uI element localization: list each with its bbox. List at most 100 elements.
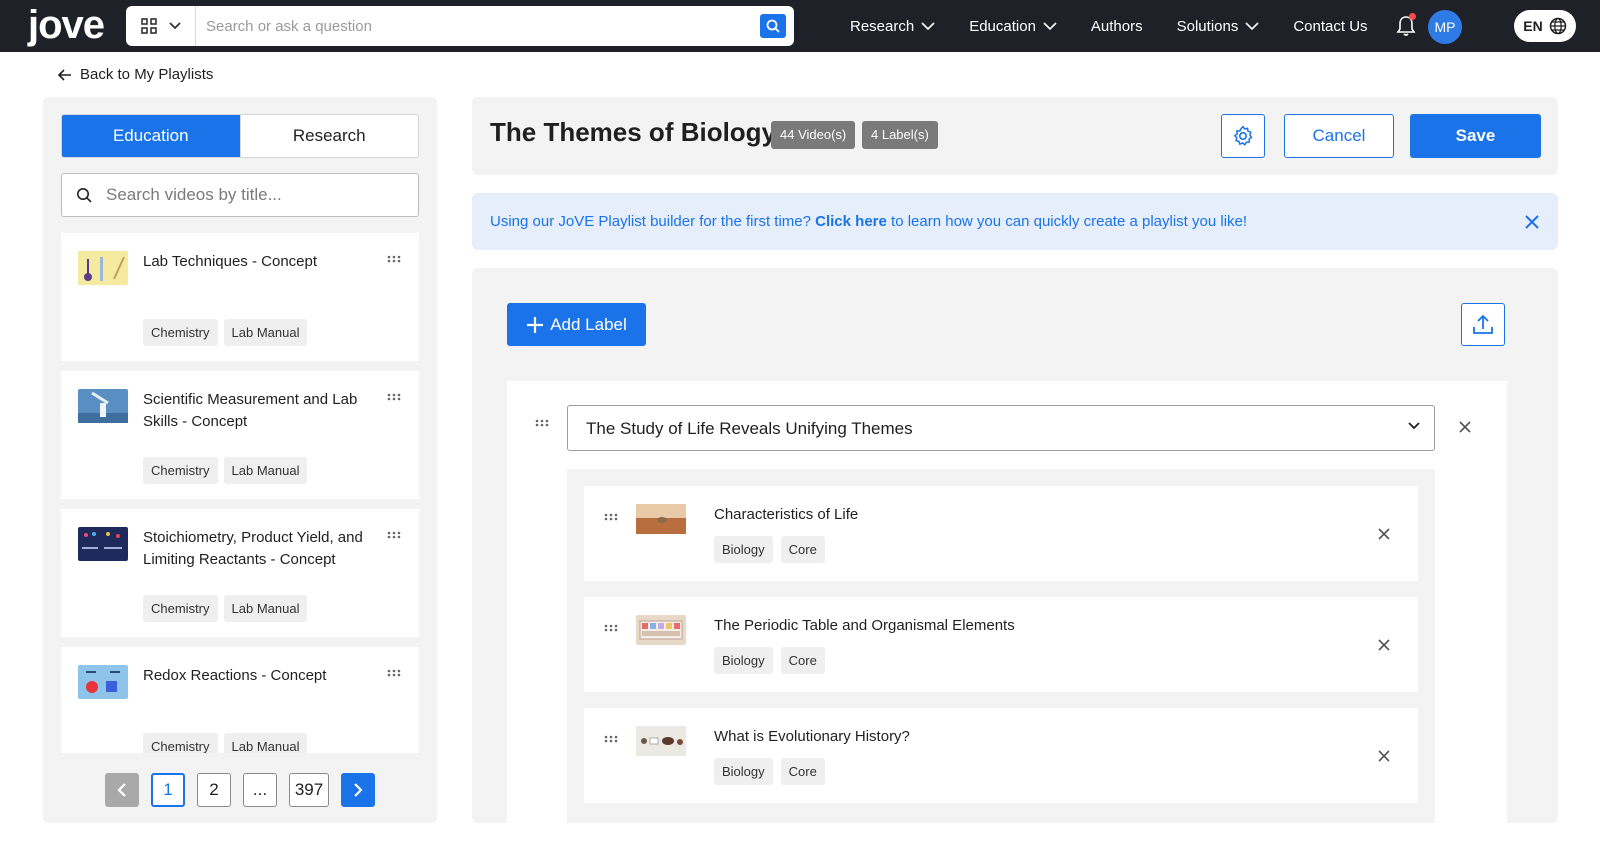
search-icon [77, 188, 92, 203]
prev-page-button[interactable] [105, 773, 139, 807]
nav-contact-us[interactable]: Contact Us [1293, 18, 1367, 35]
global-search-input[interactable] [206, 6, 746, 46]
tag: Chemistry [143, 319, 218, 346]
jove-logo[interactable]: jove [28, 3, 122, 49]
list-item[interactable]: Characteristics of Life Biology Core [584, 486, 1418, 581]
video-list: Lab Techniques - Concept Chemistry Lab M… [61, 233, 419, 753]
drag-handle-icon[interactable] [387, 393, 401, 401]
video-tags: Biology Core [714, 758, 825, 785]
label-count-badge: 4 Label(s) [862, 121, 938, 149]
tag: Chemistry [143, 733, 218, 753]
video-tags: Chemistry Lab Manual [143, 733, 308, 753]
tab-education[interactable]: Education [62, 115, 240, 157]
video-tags: Biology Core [714, 536, 825, 563]
chevron-down-icon [921, 21, 935, 30]
gear-icon [1234, 125, 1253, 146]
library-tab-switcher: Education Research [61, 114, 419, 158]
label-items: Characteristics of Life Biology Core The… [567, 469, 1435, 823]
arrow-left-icon [58, 68, 71, 81]
banner-text: Using our JoVE Playlist builder for the … [490, 213, 1247, 230]
video-title: Stoichiometry, Product Yield, and Limiti… [143, 529, 363, 568]
upload-button[interactable] [1461, 303, 1505, 346]
next-page-button[interactable] [341, 773, 375, 807]
language-selector[interactable]: EN [1514, 10, 1576, 42]
drag-handle-icon[interactable] [604, 735, 618, 743]
nav-solutions[interactable]: Solutions [1177, 18, 1260, 35]
back-to-playlists-link[interactable]: Back to My Playlists [58, 66, 213, 83]
video-tags: Chemistry Lab Manual [143, 319, 308, 346]
info-banner: Using our JoVE Playlist builder for the … [472, 193, 1558, 250]
global-search [126, 6, 794, 46]
chevron-left-icon [117, 783, 126, 797]
video-library-panel: Education Research Lab Techniques - Conc… [43, 97, 437, 823]
list-item[interactable]: What is Evolutionary History? Biology Co… [584, 708, 1418, 803]
banner-close-button[interactable] [1522, 212, 1542, 232]
add-label-button[interactable]: Add Label [507, 303, 646, 346]
cancel-button[interactable]: Cancel [1284, 114, 1394, 158]
video-tags: Biology Core [714, 647, 825, 674]
tag: Core [780, 758, 825, 785]
nav-education-label: Education [969, 17, 1036, 35]
chevron-down-icon [1408, 422, 1420, 430]
page-1-button[interactable]: 1 [151, 773, 185, 807]
video-title: The Periodic Table and Organismal Elemen… [714, 617, 1015, 634]
playlist-header: The Themes of Biology 44 Video(s) 4 Labe… [472, 97, 1558, 175]
nav-authors[interactable]: Authors [1091, 18, 1143, 35]
banner-click-here-link[interactable]: Click here [815, 213, 887, 230]
video-title: Characteristics of Life [714, 506, 859, 523]
list-item[interactable]: Redox Reactions - Concept Chemistry Lab … [61, 647, 419, 753]
banner-text-after: to learn how you can quickly create a pl… [886, 213, 1248, 230]
remove-label-button[interactable] [1455, 417, 1475, 437]
remove-item-button[interactable] [1374, 746, 1394, 766]
page-2-button[interactable]: 2 [197, 773, 231, 807]
pagination-ellipsis[interactable]: ... [243, 773, 277, 807]
list-item[interactable]: Scientific Measurement and Lab Skills - … [61, 371, 419, 499]
video-thumbnail [78, 251, 128, 285]
video-thumbnail [636, 504, 686, 534]
drag-handle-icon[interactable] [604, 513, 618, 521]
video-tags: Chemistry Lab Manual [143, 457, 308, 484]
search-icon [766, 19, 780, 33]
main-nav: Research Education Authors Solutions Con… [850, 0, 1402, 52]
tag: Lab Manual [223, 733, 308, 753]
tab-research[interactable]: Research [239, 115, 418, 157]
page-title: The Themes of Biology [490, 117, 777, 147]
banner-text-before: Using our JoVE Playlist builder for the … [490, 213, 816, 230]
apps-menu-button[interactable] [126, 6, 196, 46]
tag: Biology [714, 758, 773, 785]
chevron-down-icon [168, 22, 181, 30]
nav-education[interactable]: Education [969, 18, 1057, 35]
user-avatar[interactable]: MP [1428, 10, 1462, 44]
drag-handle-icon[interactable] [604, 624, 618, 632]
globe-icon [1549, 17, 1566, 35]
close-icon [1525, 215, 1539, 229]
drag-handle-icon[interactable] [387, 669, 401, 677]
remove-item-button[interactable] [1374, 524, 1394, 544]
drag-handle-icon[interactable] [535, 419, 549, 427]
drag-handle-icon[interactable] [387, 255, 401, 263]
pagination: 1 2 ... 397 [105, 773, 375, 807]
drag-handle-icon[interactable] [387, 531, 401, 539]
global-search-button[interactable] [760, 14, 786, 38]
video-thumbnail [636, 615, 686, 645]
tag: Chemistry [143, 457, 218, 484]
list-item[interactable]: The Periodic Table and Organismal Elemen… [584, 597, 1418, 692]
video-search-input[interactable] [106, 174, 406, 216]
language-label: EN [1523, 18, 1543, 34]
label-select-value: The Study of Life Reveals Unifying Theme… [586, 419, 913, 438]
settings-button[interactable] [1221, 114, 1265, 158]
nav-research-label: Research [850, 17, 915, 35]
list-item[interactable]: Stoichiometry, Product Yield, and Limiti… [61, 509, 419, 637]
chevron-down-icon [1043, 21, 1057, 30]
tag: Chemistry [143, 595, 218, 622]
last-page-button[interactable]: 397 [289, 773, 329, 807]
label-select[interactable]: The Study of Life Reveals Unifying Theme… [567, 405, 1435, 451]
remove-item-button[interactable] [1374, 635, 1394, 655]
list-item[interactable]: Lab Techniques - Concept Chemistry Lab M… [61, 233, 419, 361]
close-icon [1378, 528, 1390, 540]
playlist-builder: Add Label The Study of Life Reveals Unif… [472, 268, 1558, 823]
video-title: Lab Techniques - Concept [143, 253, 318, 270]
save-button[interactable]: Save [1410, 114, 1541, 158]
tag: Lab Manual [223, 457, 308, 484]
nav-research[interactable]: Research [850, 18, 935, 35]
